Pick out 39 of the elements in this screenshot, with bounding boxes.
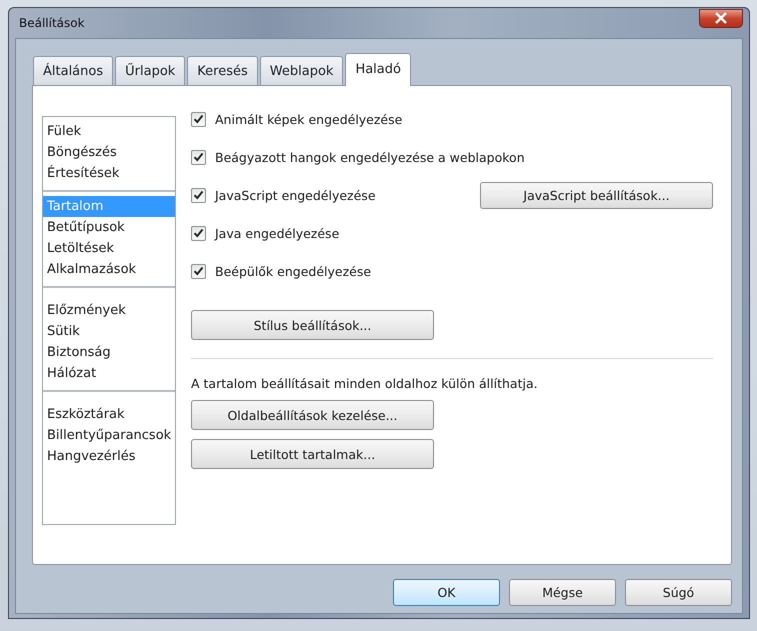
close-button[interactable] <box>699 8 743 28</box>
checkbox-label: Java engedélyezése <box>215 226 340 240</box>
checkbox-label: Animált képek engedélyezése <box>215 112 402 126</box>
site-settings-button[interactable]: Oldalbeállítások kezelése... <box>191 400 434 430</box>
category-item[interactable]: Értesítések <box>43 163 175 184</box>
category-item[interactable]: Előzmények <box>43 300 175 321</box>
checkbox[interactable] <box>191 264 206 278</box>
checkbox[interactable] <box>191 112 206 126</box>
category-item[interactable]: Hálózat <box>43 363 175 384</box>
style-settings-button[interactable]: Stílus beállítások... <box>191 310 434 340</box>
tab[interactable]: Általános <box>33 56 114 85</box>
close-icon <box>714 12 728 24</box>
category-item[interactable]: Letöltések <box>43 238 175 259</box>
tab[interactable]: Keresés <box>187 56 258 85</box>
checkbox[interactable] <box>191 226 206 240</box>
dialog-button[interactable]: OK <box>393 579 500 606</box>
category-item[interactable]: Alkalmazások <box>43 259 175 280</box>
checkbox-label: Beágyazott hangok engedélyezése a weblapokon <box>215 150 525 164</box>
category-item[interactable]: Sütik <box>43 321 175 342</box>
category-item[interactable]: Betűtípusok <box>43 217 175 238</box>
site-settings-button[interactable]: Letiltott tartalmak... <box>191 439 434 469</box>
checkbox[interactable] <box>191 150 206 164</box>
checkbox-label: Beépülők engedélyezése <box>215 264 372 278</box>
category-item[interactable]: Fülek <box>43 121 175 142</box>
checkbox-label: JavaScript engedélyezése <box>215 188 376 202</box>
category-item[interactable]: Eszköztárak <box>43 404 175 425</box>
category-item[interactable]: Hangvezérlés <box>43 446 175 467</box>
window-title: Beállítások <box>19 16 85 30</box>
checkbox[interactable] <box>191 188 206 202</box>
dialog-button[interactable]: Mégse <box>509 579 616 606</box>
dialog-button[interactable]: Súgó <box>625 579 732 606</box>
tab[interactable]: Weblapok <box>260 56 344 85</box>
tab[interactable]: Haladó <box>345 53 411 86</box>
category-item[interactable]: Biztonság <box>43 342 175 363</box>
javascript-settings-button[interactable]: JavaScript beállítások... <box>480 182 713 208</box>
category-item[interactable]: Böngészés <box>43 142 175 163</box>
description-text: A tartalom beállításait minden oldalhoz külön állíthatja. <box>191 376 539 391</box>
category-item[interactable]: Billentyűparancsok <box>43 425 175 446</box>
tab[interactable]: Űrlapok <box>115 56 186 85</box>
